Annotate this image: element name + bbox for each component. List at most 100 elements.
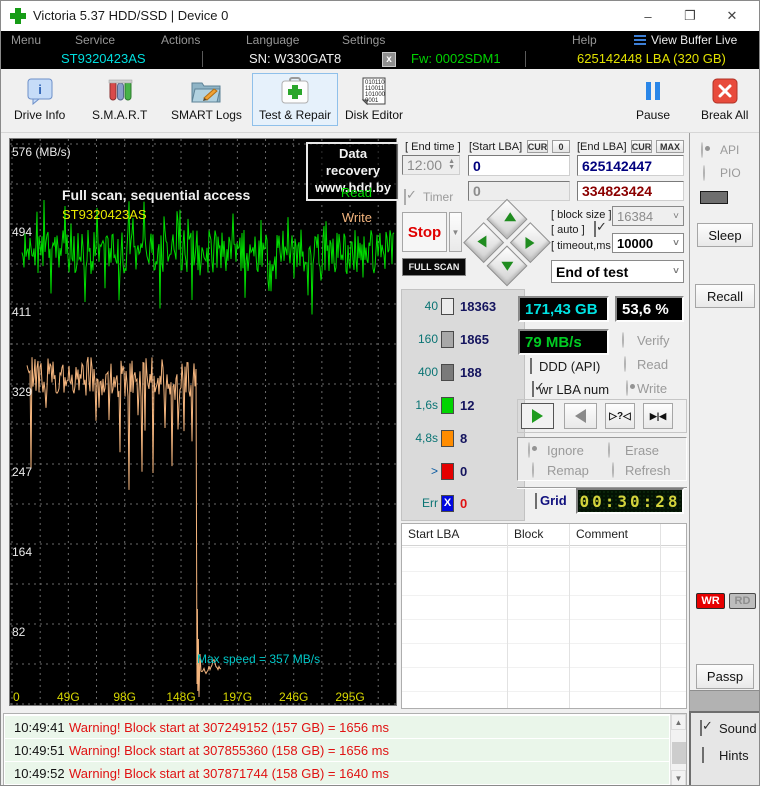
- jump-question-button[interactable]: ▷?◁: [605, 403, 635, 429]
- hist-row: 4,8s8: [402, 427, 524, 449]
- svg-text:0: 0: [13, 690, 20, 704]
- close-button[interactable]: ✕: [715, 1, 749, 31]
- menu-item-language[interactable]: Language: [246, 33, 299, 47]
- start-lba-zero-button[interactable]: 0: [552, 140, 570, 153]
- event-log[interactable]: 10:49:41 Warning! Block start at 3072491…: [3, 713, 687, 786]
- smart-button[interactable]: S.M.A.R.T: [85, 73, 154, 126]
- break-all-button[interactable]: Break All: [694, 73, 755, 126]
- auto-checkbox[interactable]: [594, 221, 596, 237]
- ignore-radio[interactable]: [528, 442, 530, 458]
- read-radio[interactable]: [624, 356, 626, 372]
- scroll-up-icon[interactable]: ▲: [671, 714, 686, 730]
- hist-row: >0: [402, 460, 524, 482]
- refresh-label: Refresh: [625, 463, 671, 478]
- sound-checkbox[interactable]: [700, 720, 702, 736]
- scrollbar-thumb[interactable]: [672, 742, 686, 764]
- write-radio[interactable]: [626, 380, 628, 396]
- view-buffer-live[interactable]: View Buffer Live: [651, 33, 737, 47]
- stop-button[interactable]: Stop: [402, 212, 447, 252]
- svg-text:i: i: [38, 82, 42, 97]
- smart-logs-button[interactable]: SMART Logs: [164, 73, 249, 126]
- drive-close-button[interactable]: x: [382, 52, 396, 67]
- maximize-button[interactable]: ❐: [673, 1, 707, 31]
- minimize-button[interactable]: –: [631, 1, 665, 31]
- spinner-arrows-icon[interactable]: ▲▼: [448, 159, 455, 172]
- play-back-button[interactable]: [564, 403, 597, 429]
- sidebar-footer: [690, 690, 760, 711]
- menu-item-settings[interactable]: Settings: [342, 33, 385, 47]
- defect-table[interactable]: Start LBA Block Comment: [401, 523, 687, 709]
- log-row[interactable]: 10:49:41 Warning! Block start at 3072491…: [5, 716, 669, 738]
- start-lba-input[interactable]: 0: [468, 155, 570, 176]
- col-block[interactable]: Block: [514, 527, 543, 541]
- menu-item-help[interactable]: Help: [572, 33, 597, 47]
- jump-end-button[interactable]: ▶|◀: [643, 403, 673, 429]
- ddd-checkbox[interactable]: [530, 358, 532, 374]
- disk-editor-label: Disk Editor: [345, 108, 403, 122]
- refresh-radio[interactable]: [612, 462, 614, 478]
- max-speed-note: Max speed = 357 MB/s: [197, 652, 320, 666]
- hist-block: [441, 430, 454, 447]
- log-scrollbar[interactable]: ▲ ▼: [670, 714, 686, 786]
- rd-indicator: RD: [729, 593, 756, 609]
- hist-block: [441, 298, 454, 315]
- first-aid-icon: [280, 77, 310, 105]
- grid-checkbox[interactable]: [535, 493, 537, 509]
- verify-radio[interactable]: [622, 332, 624, 348]
- menu-item-actions[interactable]: Actions: [161, 33, 200, 47]
- ignore-label: Ignore: [547, 443, 584, 458]
- passp-button[interactable]: Passp: [696, 664, 754, 689]
- hist-row: 1601865: [402, 328, 524, 350]
- api-radio[interactable]: [701, 142, 703, 158]
- defect-action-panel: Ignore Erase Remap Refresh: [517, 437, 687, 481]
- wr-lba-checkbox[interactable]: [532, 381, 534, 397]
- col-start-lba[interactable]: Start LBA: [408, 527, 459, 541]
- drive-model[interactable]: ST9320423AS: [61, 51, 146, 66]
- svg-text:164: 164: [12, 545, 32, 559]
- percent-display: 53,6 %: [615, 296, 684, 322]
- end-time-spinner[interactable]: 12:00 ▲▼: [402, 155, 460, 175]
- activity-led: [700, 191, 728, 204]
- test-repair-button[interactable]: Test & Repair: [252, 73, 338, 126]
- end-of-test-combo[interactable]: End of test˅: [551, 260, 684, 283]
- title-bar: Victoria 5.37 HDD/SSD | Device 0 – ❐ ✕: [1, 1, 759, 31]
- chevron-down-icon: ˅: [673, 266, 679, 277]
- svg-text:329: 329: [12, 385, 32, 399]
- timer-checkbox[interactable]: [404, 189, 406, 205]
- stop-dropdown-button[interactable]: ▼: [449, 212, 462, 252]
- hints-checkbox[interactable]: [702, 747, 704, 763]
- write-legend-label: Write: [310, 210, 372, 225]
- log-row[interactable]: 10:49:51 Warning! Block start at 3078553…: [5, 739, 669, 761]
- hist-row: 4018363: [402, 295, 524, 317]
- timeout-combo[interactable]: 10000˅: [612, 233, 684, 253]
- timeout-label: [ timeout,ms ]: [551, 240, 617, 252]
- menu-item-service[interactable]: Service: [75, 33, 115, 47]
- hist-row: 400188: [402, 361, 524, 383]
- end-lba-input[interactable]: 625142447: [577, 155, 684, 176]
- end-lba-cur-button[interactable]: CUR: [631, 140, 652, 153]
- hints-label: Hints: [719, 748, 749, 763]
- full-scan-button[interactable]: FULL SCAN: [402, 258, 466, 276]
- back-icon: [575, 409, 586, 423]
- play-forward-button[interactable]: [521, 403, 554, 429]
- end-lba-secondary: 334823424: [577, 181, 684, 201]
- svg-text:247: 247: [12, 465, 32, 479]
- right-sidebar: API PIO Sleep Recall WR RD Passp: [689, 133, 760, 711]
- start-lba-cur-button[interactable]: CUR: [527, 140, 548, 153]
- pause-button[interactable]: Pause: [629, 73, 677, 126]
- log-row[interactable]: 10:49:52 Warning! Block start at 3078717…: [5, 762, 669, 784]
- sleep-button[interactable]: Sleep: [697, 223, 753, 247]
- remap-radio[interactable]: [532, 462, 534, 478]
- disk-editor-button[interactable]: 010110 110011 101000 0001 Disk Editor: [338, 73, 410, 126]
- scroll-down-icon[interactable]: ▼: [671, 770, 686, 786]
- drive-info-button[interactable]: i Drive Info: [7, 73, 72, 126]
- menu-item-menu[interactable]: Menu: [11, 33, 41, 47]
- pio-radio[interactable]: [703, 165, 705, 181]
- chevron-down-icon: ˅: [673, 211, 679, 222]
- recall-button[interactable]: Recall: [695, 284, 755, 308]
- break-all-label: Break All: [701, 108, 748, 122]
- end-lba-max-button[interactable]: MAX: [656, 140, 684, 153]
- col-comment[interactable]: Comment: [576, 527, 628, 541]
- erase-radio[interactable]: [608, 442, 610, 458]
- block-size-combo[interactable]: 16384˅: [612, 206, 684, 226]
